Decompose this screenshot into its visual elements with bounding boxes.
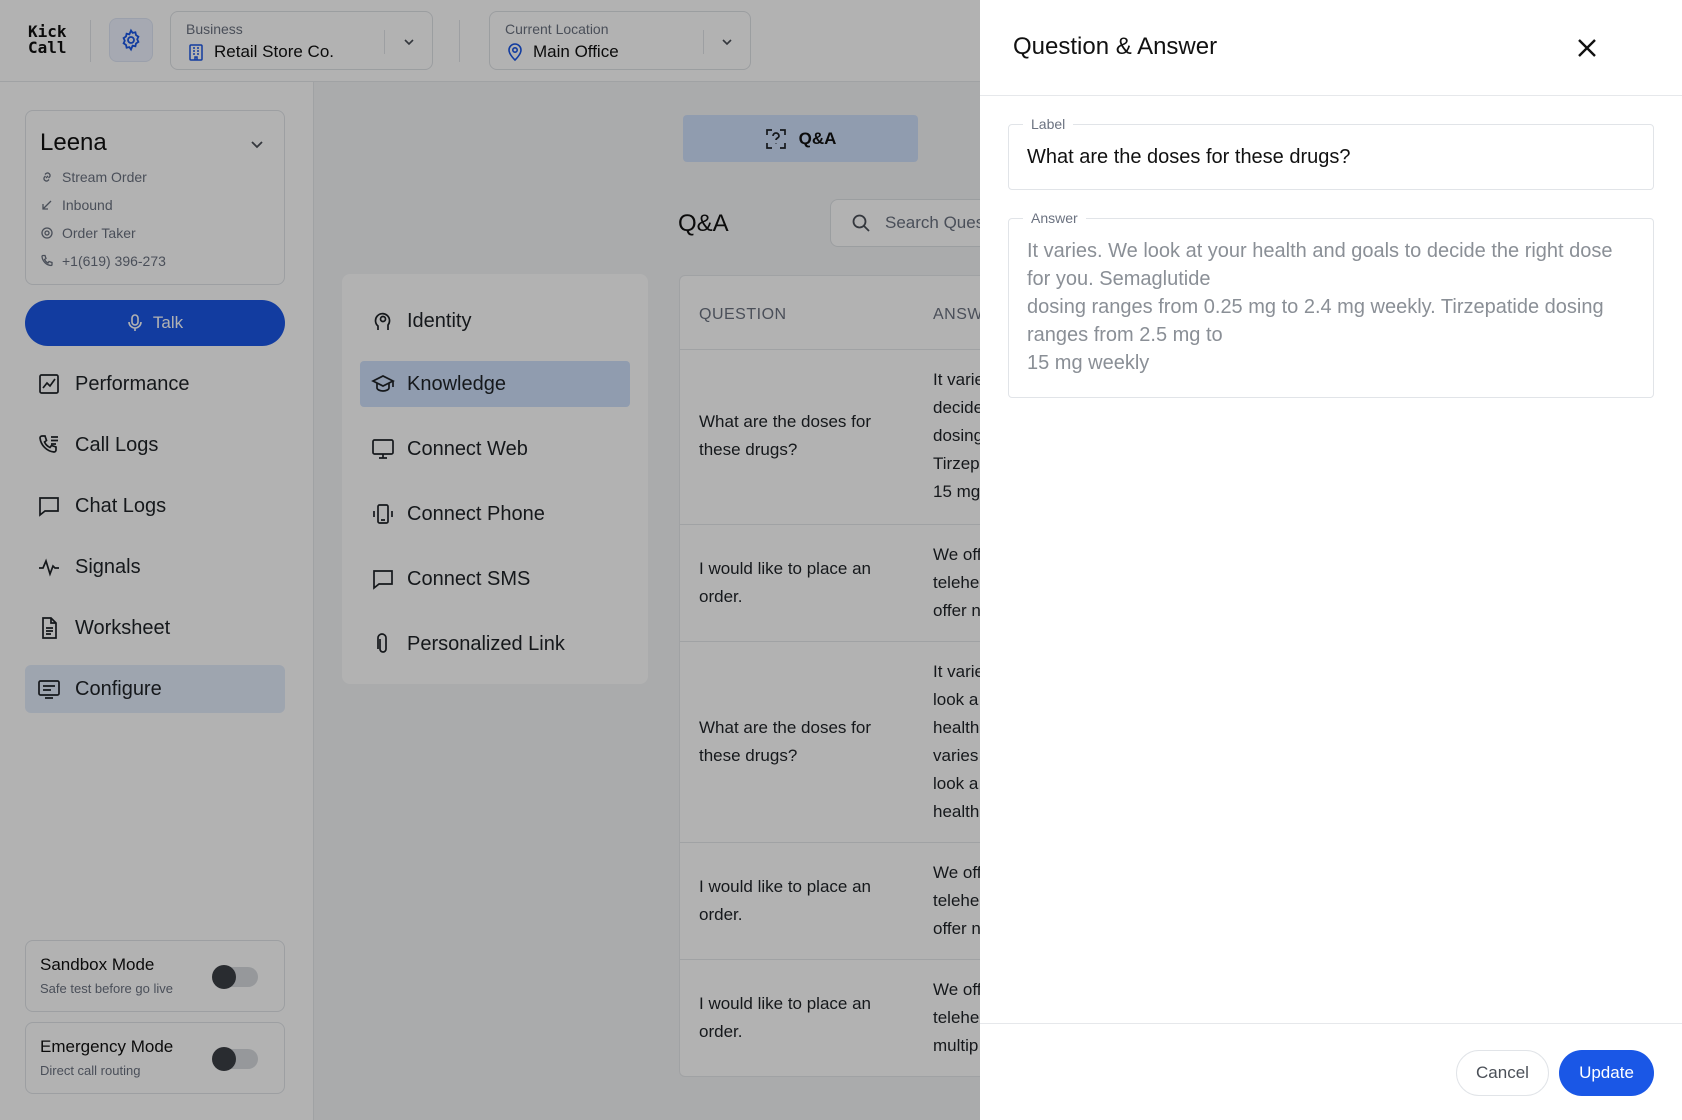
answer-field[interactable]: Answer It varies. We look at your health… bbox=[1008, 210, 1654, 398]
close-icon bbox=[1578, 39, 1596, 57]
answer-field-value: It varies. We look at your health and go… bbox=[1027, 240, 1613, 374]
panel-title: Question & Answer bbox=[1013, 33, 1218, 60]
cancel-button[interactable]: Cancel bbox=[1456, 1050, 1549, 1096]
label-field-legend: Label bbox=[1023, 116, 1074, 132]
label-field[interactable]: Label What are the doses for these drugs… bbox=[1008, 116, 1654, 190]
qa-edit-panel: Question & Answer Label What are the dos… bbox=[980, 0, 1682, 1120]
panel-footer-divider bbox=[980, 1023, 1682, 1024]
answer-field-legend: Answer bbox=[1023, 210, 1086, 226]
panel-divider bbox=[980, 95, 1682, 96]
update-button[interactable]: Update bbox=[1559, 1050, 1654, 1096]
label-field-value: What are the doses for these drugs? bbox=[1027, 146, 1351, 168]
close-button[interactable] bbox=[1572, 33, 1602, 63]
